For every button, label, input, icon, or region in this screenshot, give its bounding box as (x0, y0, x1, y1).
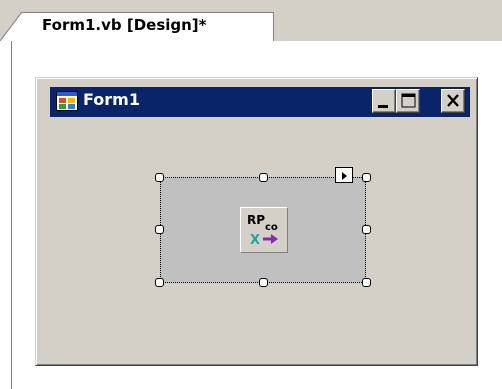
maximize-button[interactable] (396, 89, 420, 113)
resize-handle-top[interactable] (259, 173, 268, 182)
tab-label[interactable]: Form1.vb [Design]* (42, 16, 207, 34)
resize-handle-right[interactable] (362, 225, 371, 234)
minimize-button[interactable] (372, 89, 396, 113)
resize-handle-top-left[interactable] (155, 173, 164, 182)
form-icon (56, 91, 78, 111)
minimize-icon (378, 105, 388, 108)
close-button[interactable] (441, 89, 465, 113)
designer-window: Form1.vb [Design]* Form1 RP co X (0, 0, 502, 389)
resize-handle-bottom-left[interactable] (155, 278, 164, 287)
smart-tag-button[interactable] (335, 167, 353, 183)
svg-text:co: co (265, 222, 278, 233)
resize-handle-bottom-right[interactable] (362, 278, 371, 287)
resize-handle-top-right[interactable] (362, 173, 371, 182)
svg-text:X: X (250, 233, 260, 248)
close-icon (447, 94, 459, 107)
resize-handle-bottom[interactable] (259, 278, 268, 287)
rpco-icon: RP co X (247, 213, 278, 248)
smart-tag-arrow-icon (342, 172, 347, 180)
svg-text:RP: RP (247, 213, 265, 227)
report-component-icon[interactable]: RP co X (240, 207, 288, 253)
maximize-icon (401, 93, 416, 108)
resize-handle-left[interactable] (155, 225, 164, 234)
surface-border (11, 41, 12, 389)
form-title: Form1 (83, 90, 140, 109)
